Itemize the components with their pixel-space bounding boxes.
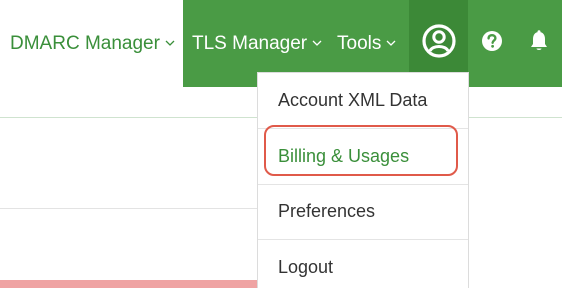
menu-item-label: Account XML Data — [278, 90, 428, 110]
nav-dmarc-manager[interactable]: DMARC Manager — [0, 0, 183, 87]
chevron-down-icon — [312, 40, 322, 47]
menu-item-label: Billing & Usages — [278, 146, 410, 166]
menu-item-preferences[interactable]: Preferences — [258, 184, 468, 240]
bell-icon — [529, 29, 549, 58]
chevron-down-icon — [165, 40, 175, 47]
content-divider — [0, 208, 260, 209]
menu-item-label: Logout — [278, 256, 334, 277]
nav-dmarc-manager-label: DMARC Manager — [10, 32, 160, 54]
alert-banner — [0, 280, 260, 288]
menu-item-account-xml-data[interactable]: Account XML Data — [258, 73, 468, 129]
nav-tls-manager-label: TLS Manager — [192, 32, 308, 54]
account-dropdown-menu: Account XML Data Billing & Usages Prefer… — [257, 72, 469, 288]
menu-item-label: Preferences — [278, 201, 376, 221]
account-circle-icon — [421, 23, 456, 64]
help-circle-icon — [481, 30, 503, 58]
chevron-down-icon — [386, 40, 396, 47]
menu-item-logout[interactable]: Logout — [258, 239, 468, 288]
nav-tools-label: Tools — [337, 32, 382, 54]
help-button[interactable] — [468, 0, 515, 87]
page: DMARC Manager TLS Manager Tools Account … — [0, 0, 562, 288]
notifications-button[interactable] — [515, 0, 562, 87]
menu-item-billing-usages[interactable]: Billing & Usages — [258, 129, 468, 185]
